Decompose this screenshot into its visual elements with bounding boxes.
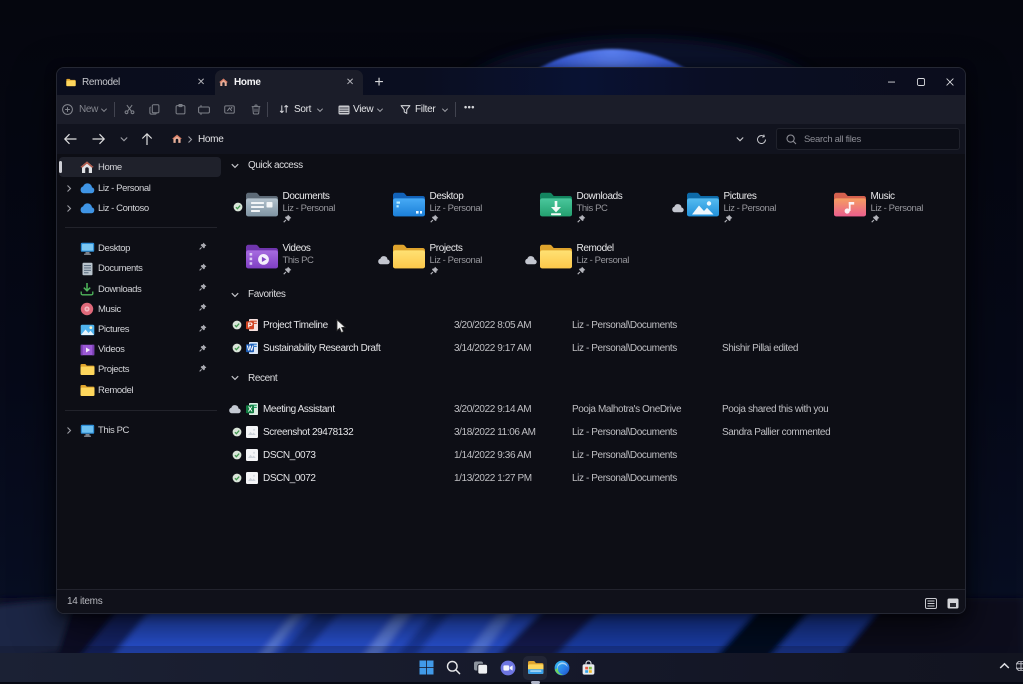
svg-text:X: X (248, 407, 253, 414)
svg-text:P: P (248, 321, 253, 330)
svg-text:W: W (247, 345, 254, 352)
